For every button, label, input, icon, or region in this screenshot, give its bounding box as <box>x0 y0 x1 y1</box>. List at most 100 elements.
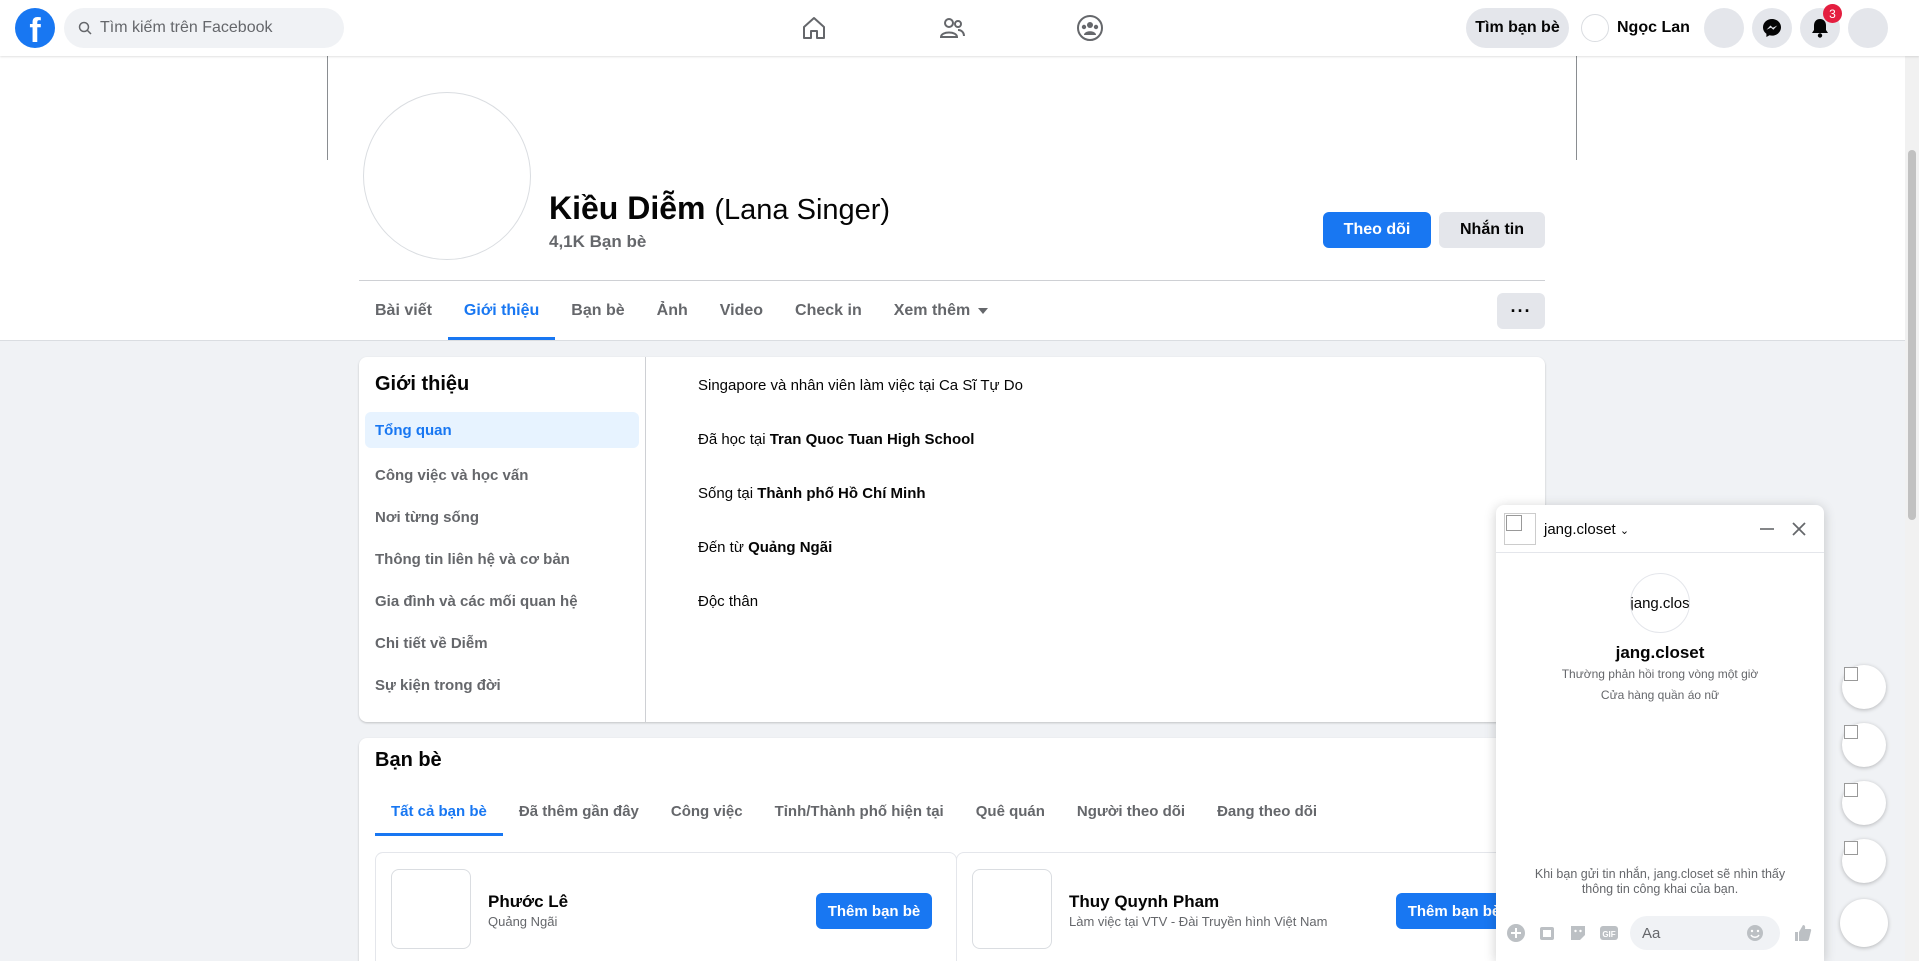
info-work: Singapore và nhân viên làm việc tại Ca S… <box>698 377 1023 394</box>
message-button[interactable]: Nhắn tin <box>1439 212 1545 248</box>
bubble-image <box>1844 841 1858 855</box>
notifications-button[interactable]: 3 <box>1800 4 1842 48</box>
tab-current-city[interactable]: Tỉnh/Thành phố hiện tại <box>759 787 960 836</box>
chat-category: Cửa hàng quần áo nữ <box>1600 688 1720 702</box>
info-relationship: Độc thân <box>698 593 759 610</box>
info-lives-city[interactable]: Thành phố Hồ Chí Minh <box>757 485 925 502</box>
tab-checkin[interactable]: Check in <box>779 282 878 340</box>
chat-header[interactable]: jang.closet ⌄ <box>1496 505 1824 553</box>
sidebar-item-family[interactable]: Gia đình và các mối quan hệ <box>365 580 639 622</box>
profile-name: Kiều Diễm (Lana Singer) <box>549 190 890 227</box>
gif-icon[interactable]: GIF <box>1599 923 1619 943</box>
svg-text:GIF: GIF <box>1602 930 1615 939</box>
chat-response-time: Thường phản hồi trong vòng một giờ <box>1561 667 1759 681</box>
search-placeholder: Tìm kiếm trên Facebook <box>100 19 273 36</box>
scrollbar[interactable] <box>1905 0 1919 961</box>
sticker-icon[interactable] <box>1568 923 1588 943</box>
facebook-logo-icon[interactable]: f <box>15 8 55 48</box>
friend-card: Phước Lê Quảng Ngãi Thêm bạn bè <box>375 852 957 961</box>
info-from-city[interactable]: Quảng Ngãi <box>748 539 832 556</box>
tab-friends[interactable]: Bạn bè <box>555 282 640 340</box>
more-options-button[interactable]: ··· <box>1497 293 1545 329</box>
info-education-school[interactable]: Tran Quoc Tuan High School <box>770 431 975 448</box>
menu-button[interactable] <box>1704 8 1744 48</box>
chat-head-bubble[interactable] <box>1842 665 1886 709</box>
sidebar-item-life-events[interactable]: Sự kiện trong đời <box>365 664 639 706</box>
add-friend-button[interactable]: Thêm bạn bè <box>1396 893 1512 929</box>
chat-page-name: jang.closet <box>1615 643 1705 662</box>
friend-photo[interactable] <box>391 869 471 949</box>
tab-work[interactable]: Công việc <box>655 787 759 836</box>
tab-videos[interactable]: Video <box>704 282 779 340</box>
friend-card: Thuy Quynh Pham Làm việc tại VTV - Đài T… <box>956 852 1538 961</box>
add-friend-button[interactable]: Thêm bạn bè <box>816 893 932 929</box>
profile-shortcut[interactable]: Ngọc Lan <box>1581 12 1690 44</box>
search-input[interactable]: Tìm kiếm trên Facebook <box>64 8 344 48</box>
chat-avatar-small <box>1504 513 1536 545</box>
divider <box>645 357 646 722</box>
photo-icon[interactable] <box>1537 923 1557 943</box>
tab-recently-added[interactable]: Đã thêm gần đây <box>503 787 655 836</box>
friends-icon[interactable] <box>938 14 966 42</box>
close-icon[interactable] <box>1791 521 1807 537</box>
home-icon[interactable] <box>800 14 828 42</box>
find-friends-button[interactable]: Tìm bạn bè <box>1466 8 1569 48</box>
chat-head-bubble[interactable] <box>1842 781 1886 825</box>
profile-picture[interactable] <box>363 92 531 260</box>
thumbs-up-icon[interactable] <box>1793 923 1813 943</box>
sidebar-item-places[interactable]: Nơi từng sống <box>365 496 639 538</box>
bubble-image <box>1844 783 1858 797</box>
new-message-button[interactable] <box>1840 899 1888 947</box>
profile-alt-name: (Lana Singer) <box>714 194 891 226</box>
friends-count[interactable]: 4,1K Bạn bè <box>549 232 646 252</box>
emoji-icon[interactable] <box>1745 923 1765 943</box>
tab-hometown[interactable]: Quê quán <box>960 787 1061 836</box>
chat-privacy-note: Khi bạn gửi tin nhắn, jang.closet sẽ nhì… <box>1534 867 1786 896</box>
scrollbar-thumb[interactable] <box>1908 150 1916 520</box>
tab-posts[interactable]: Bài viết <box>359 282 448 340</box>
user-name: Ngọc Lan <box>1617 19 1690 36</box>
account-button[interactable] <box>1848 8 1888 48</box>
notification-badge: 3 <box>1823 4 1842 23</box>
plus-circle-icon[interactable] <box>1506 923 1526 943</box>
cover-photo-edge <box>327 56 328 160</box>
friend-name[interactable]: Thuy Quynh Pham <box>1069 892 1219 912</box>
caret-down-icon <box>978 308 989 314</box>
chat-avatar: jang.clos <box>1630 573 1690 633</box>
tab-all-friends[interactable]: Tất cả bạn bè <box>375 787 503 836</box>
messenger-button[interactable] <box>1752 8 1792 48</box>
chat-contact-label: jang.closet <box>1544 521 1616 538</box>
follow-button[interactable]: Theo dõi <box>1323 212 1431 248</box>
friends-title: Bạn bè <box>375 749 442 771</box>
chat-head-bubble[interactable] <box>1842 839 1886 883</box>
info-lives-prefix: Sống tại <box>698 485 758 502</box>
about-sidebar: Tổng quan Công việc và học vấn Nơi từng … <box>365 412 639 706</box>
info-education: Đã học tại Tran Quoc Tuan High School <box>698 431 974 448</box>
bubble-image <box>1844 667 1858 681</box>
sidebar-item-work-education[interactable]: Công việc và học vấn <box>365 454 639 496</box>
info-from-prefix: Đến từ <box>698 539 749 556</box>
info-from: Đến từ Quảng Ngãi <box>698 539 832 556</box>
sidebar-item-details[interactable]: Chi tiết về Diễm <box>365 622 639 664</box>
tab-followers[interactable]: Người theo dõi <box>1061 787 1201 836</box>
chat-window: jang.closet ⌄ jang.clos jang.closet Thườ… <box>1496 505 1824 961</box>
chat-head-bubble[interactable] <box>1842 723 1886 767</box>
chat-contact-name[interactable]: jang.closet ⌄ <box>1544 521 1629 538</box>
friend-name[interactable]: Phước Lê <box>488 892 568 912</box>
avatar <box>1581 14 1609 42</box>
friend-subtitle: Quảng Ngãi <box>488 914 558 929</box>
tab-photos[interactable]: Ảnh <box>641 282 704 340</box>
tab-more[interactable]: Xem thêm <box>878 282 1004 340</box>
tab-following[interactable]: Đang theo dõi <box>1201 787 1333 836</box>
minimize-icon[interactable] <box>1759 527 1775 531</box>
cover-photo-edge <box>1576 56 1577 160</box>
friend-photo[interactable] <box>972 869 1052 949</box>
groups-icon[interactable] <box>1076 14 1104 42</box>
search-icon <box>78 21 92 35</box>
friends-tabs: Tất cả bạn bè Đã thêm gần đây Công việc … <box>375 787 1333 836</box>
sidebar-item-overview[interactable]: Tổng quan <box>365 412 639 448</box>
profile-tabs: Bài viết Giới thiệu Bạn bè Ảnh Video Che… <box>359 282 1004 340</box>
tab-about[interactable]: Giới thiệu <box>447 282 556 340</box>
messenger-icon <box>1763 19 1781 37</box>
sidebar-item-contact[interactable]: Thông tin liên hệ và cơ bản <box>365 538 639 580</box>
